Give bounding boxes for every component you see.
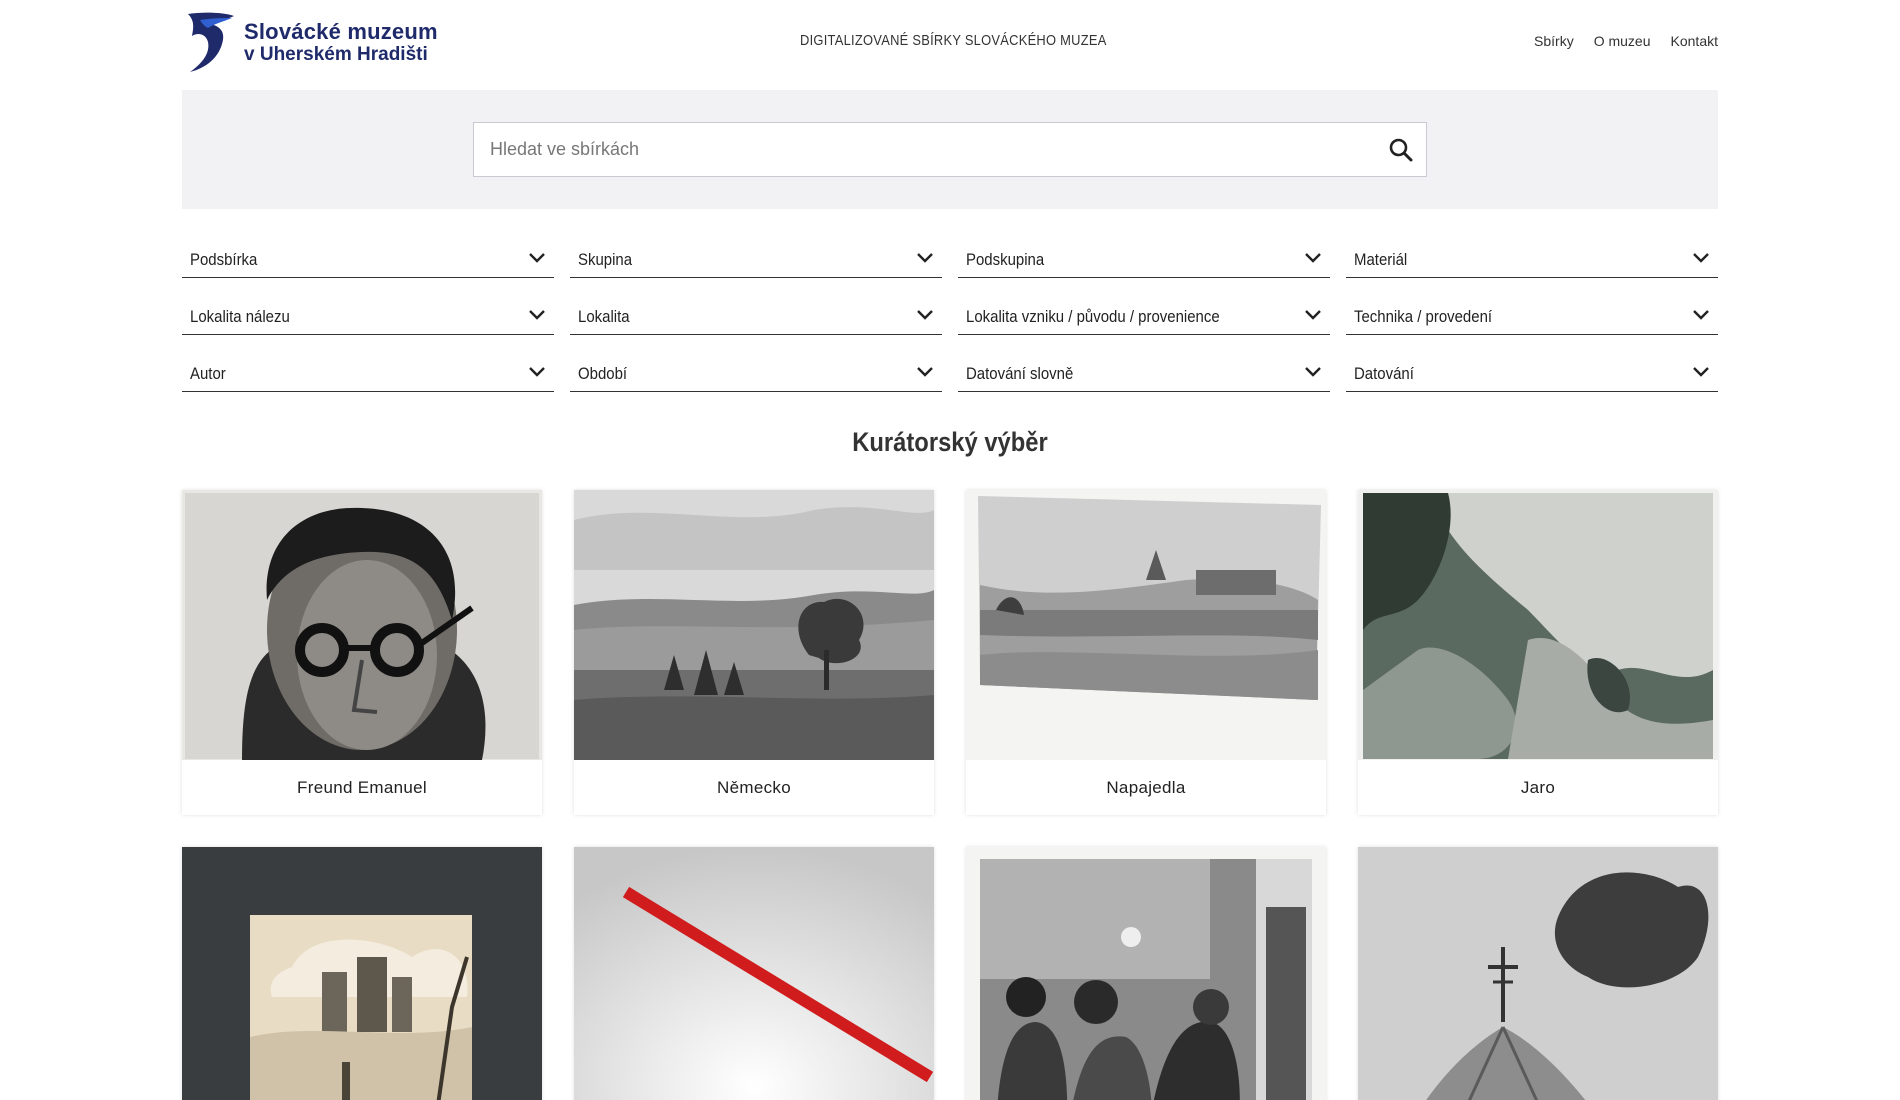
wall-photo xyxy=(1358,490,1718,760)
search-icon[interactable] xyxy=(1388,137,1414,163)
ribbon-photo xyxy=(574,847,934,1100)
search-box xyxy=(473,122,1427,177)
chevron-down-icon xyxy=(1693,367,1709,377)
card-caption: Jaro xyxy=(1520,777,1556,797)
card-nemecko[interactable]: Německo xyxy=(574,490,934,815)
chevron-down-icon xyxy=(917,310,933,320)
nav-sbirky-link[interactable]: Sbírky xyxy=(1534,33,1574,49)
site-tagline: DIGITALIZOVANÉ SBÍRKY SLOVÁCKÉHO MUZEA xyxy=(800,32,1107,49)
filter-label: Autor xyxy=(190,364,226,383)
filter-label: Podskupina xyxy=(966,250,1045,269)
filter-label: Období xyxy=(578,364,628,383)
search-band xyxy=(182,90,1718,209)
card-caption: Napajedla xyxy=(1106,777,1186,797)
chevron-down-icon xyxy=(917,253,933,263)
filter-label: Podsbírka xyxy=(190,250,258,269)
filter-label: Technika / provedení xyxy=(1354,307,1493,326)
card-freund-emanuel[interactable]: Freund Emanuel xyxy=(182,490,542,815)
site-header: Slovácké muzeum v Uherském Hradišti DIGI… xyxy=(182,0,1718,90)
chevron-down-icon xyxy=(1305,253,1321,263)
filter-label: Datování slovně xyxy=(966,364,1074,383)
filter-obdobi[interactable]: Období xyxy=(570,352,942,392)
chevron-down-icon xyxy=(529,253,545,263)
filter-lokalita-nalezu[interactable]: Lokalita nálezu xyxy=(182,295,554,335)
filter-skupina[interactable]: Skupina xyxy=(570,238,942,278)
logo-text: Slovácké muzeum v Uherském Hradišti xyxy=(244,20,438,65)
filter-label: Datování xyxy=(1354,364,1414,383)
portrait-photo xyxy=(182,490,542,760)
filter-technika[interactable]: Technika / provedení xyxy=(1346,295,1718,335)
nav-kontakt-link[interactable]: Kontakt xyxy=(1671,33,1718,49)
filter-autor[interactable]: Autor xyxy=(182,352,554,392)
chevron-down-icon xyxy=(529,367,545,377)
filter-lokalita-vzniku[interactable]: Lokalita vzniku / původu / provenience xyxy=(958,295,1330,335)
nav-o-muzeu-link[interactable]: O muzeu xyxy=(1594,33,1651,49)
filter-datovani[interactable]: Datování xyxy=(1346,352,1718,392)
logo-line-1: Slovácké muzeum xyxy=(244,19,438,45)
chevron-down-icon xyxy=(529,310,545,320)
curated-grid: Freund Emanuel Německo Napajedla Jaro xyxy=(182,490,1718,1100)
landscape-painting xyxy=(574,490,934,760)
card-caption: Freund Emanuel xyxy=(297,777,427,797)
museum-logo[interactable]: Slovácké muzeum v Uherském Hradišti xyxy=(182,10,452,76)
curated-section-title: Kurátorský výběr xyxy=(852,427,1048,457)
filter-label: Lokalita xyxy=(578,307,630,326)
card-ribbon[interactable] xyxy=(574,847,934,1100)
town-drawing xyxy=(966,490,1326,760)
museum-logo-icon xyxy=(188,12,234,73)
chevron-down-icon xyxy=(917,367,933,377)
filter-label: Lokalita vzniku / původu / provenience xyxy=(966,307,1220,326)
chevron-down-icon xyxy=(1693,253,1709,263)
main-nav: Sbírky O muzeu Kontakt xyxy=(1534,33,1718,49)
chevron-down-icon xyxy=(1305,310,1321,320)
filter-datovani-slovne[interactable]: Datování slovně xyxy=(958,352,1330,392)
filter-podsbirka[interactable]: Podsbírka xyxy=(182,238,554,278)
chevron-down-icon xyxy=(1693,310,1709,320)
card-chapel[interactable] xyxy=(1358,847,1718,1100)
chevron-down-icon xyxy=(1305,367,1321,377)
etching-image xyxy=(182,847,542,1100)
filter-label: Materiál xyxy=(1354,250,1408,269)
card-etching[interactable] xyxy=(182,847,542,1100)
filter-material[interactable]: Materiál xyxy=(1346,238,1718,278)
card-caption: Německo xyxy=(717,777,791,797)
chapel-photo xyxy=(1358,847,1718,1100)
filter-podskupina[interactable]: Podskupina xyxy=(958,238,1330,278)
filter-lokalita[interactable]: Lokalita xyxy=(570,295,942,335)
search-input[interactable] xyxy=(474,123,1374,176)
filter-grid: Podsbírka Skupina Podskupina Materiál Lo… xyxy=(182,238,1718,392)
card-napajedla[interactable]: Napajedla xyxy=(966,490,1326,815)
logo-line-2: v Uherském Hradišti xyxy=(244,43,428,65)
card-jaro[interactable]: Jaro xyxy=(1358,490,1718,815)
card-group-photo[interactable] xyxy=(966,847,1326,1100)
group-photo xyxy=(966,847,1326,1100)
filter-label: Lokalita nálezu xyxy=(190,307,290,326)
filter-label: Skupina xyxy=(578,250,633,269)
